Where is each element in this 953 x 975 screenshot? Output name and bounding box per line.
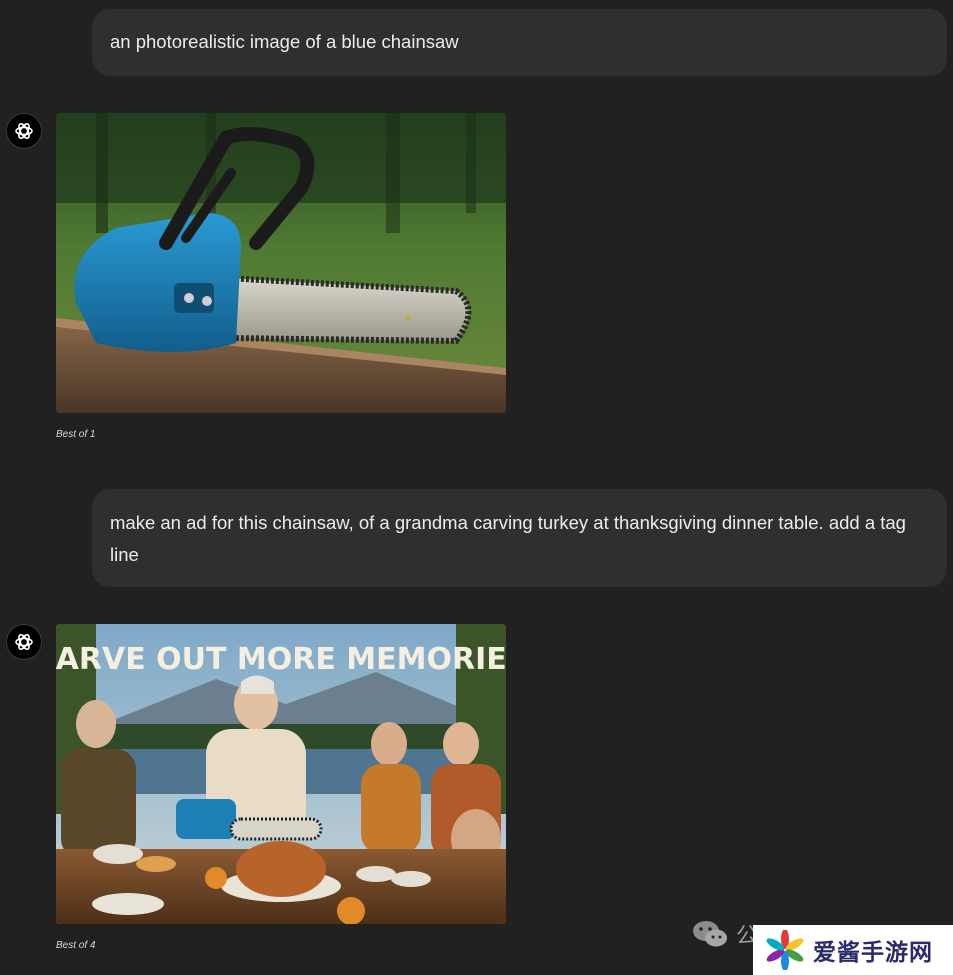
- openai-logo-icon: [6, 624, 42, 660]
- user-message-bubble: an photorealistic image of a blue chains…: [92, 9, 947, 76]
- user-message-text: an photorealistic image of a blue chains…: [110, 31, 459, 52]
- generated-image-thanksgiving-ad[interactable]: CARVE OUT MORE MEMORIES: [56, 624, 506, 924]
- brand-name: 爱酱手游网: [813, 940, 933, 966]
- wechat-icon: [693, 921, 727, 947]
- image-caption: Best of 4: [56, 940, 96, 951]
- user-message-bubble: make an ad for this chainsaw, of a grand…: [92, 489, 947, 587]
- wechat-watermark: 公: [692, 918, 758, 950]
- generated-image-chainsaw[interactable]: [56, 113, 506, 413]
- image-caption: Best of 1: [56, 429, 96, 440]
- chat-transcript: an photorealistic image of a blue chains…: [0, 0, 953, 975]
- openai-logo-icon: [6, 113, 42, 149]
- pinwheel-logo-icon: [766, 930, 804, 970]
- site-brand-watermark: 爱酱手游网: [753, 925, 953, 975]
- ad-tagline: CARVE OUT MORE MEMORIES: [56, 642, 506, 677]
- user-message-text: make an ad for this chainsaw, of a grand…: [110, 512, 906, 565]
